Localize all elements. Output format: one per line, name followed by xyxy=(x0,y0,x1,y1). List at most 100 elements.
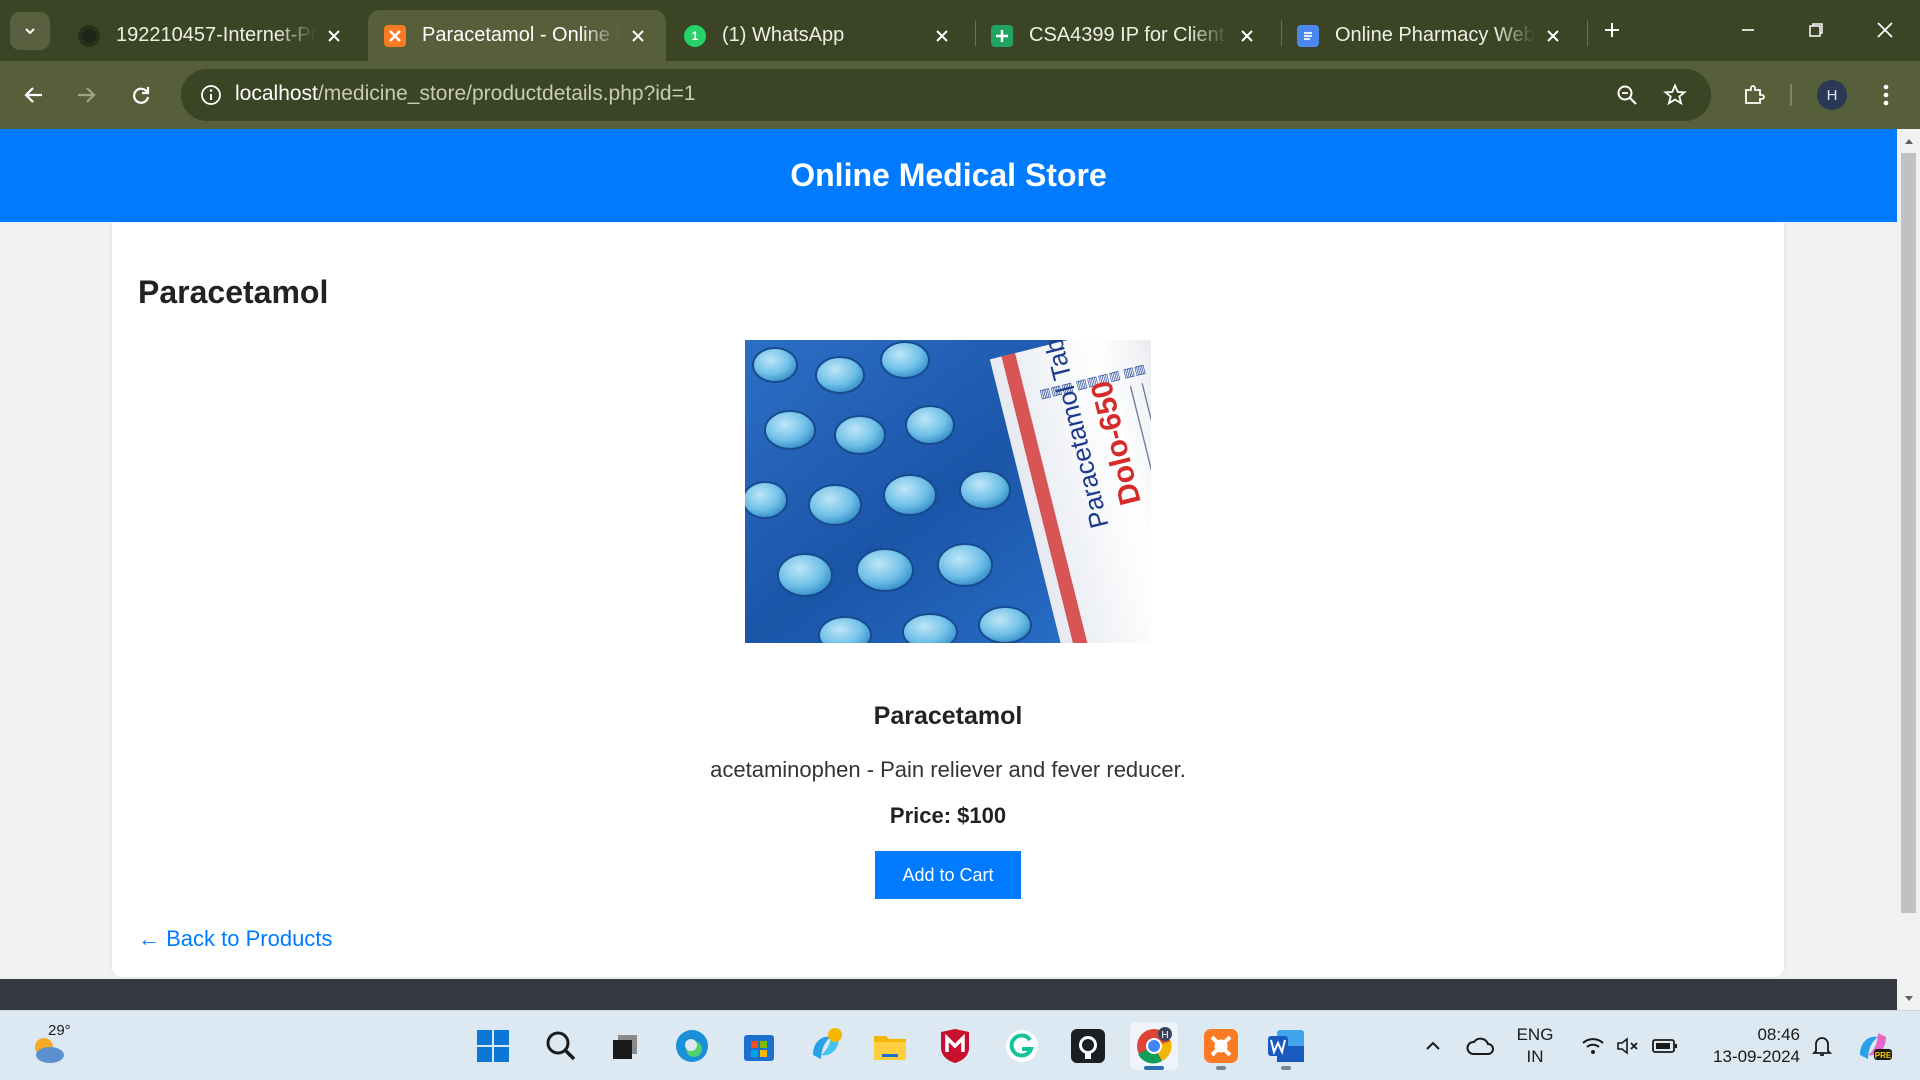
chrome-icon: H xyxy=(1137,1027,1172,1064)
forward-button[interactable] xyxy=(66,75,106,115)
tab-github[interactable]: 192210457-Internet-Prog xyxy=(62,10,362,61)
puzzle-icon xyxy=(1745,85,1765,104)
chevron-up-icon xyxy=(1426,1041,1440,1050)
google-docs-icon xyxy=(1297,24,1319,47)
onedrive-button[interactable] xyxy=(1462,1011,1498,1080)
language-region: IN xyxy=(1526,1047,1544,1066)
google-sheets-icon xyxy=(991,24,1013,47)
site-title: Online Medical Store xyxy=(790,157,1107,193)
tab-whatsapp[interactable]: 1 (1) WhatsApp xyxy=(668,10,970,61)
weather-temperature: 29° xyxy=(48,1022,71,1039)
wifi-button[interactable] xyxy=(1577,1011,1609,1080)
scrollbar-thumb[interactable] xyxy=(1901,153,1916,913)
url-host: localhost xyxy=(235,82,318,105)
show-hidden-icons-button[interactable] xyxy=(1418,1011,1448,1080)
xampp-icon xyxy=(384,24,406,47)
volume-muted-icon xyxy=(1617,1037,1638,1055)
arrow-left-icon xyxy=(24,87,42,103)
product-name: Paracetamol xyxy=(873,702,1023,730)
profile-avatar[interactable]: H xyxy=(1817,80,1847,110)
svg-text:PRE: PRE xyxy=(1875,1051,1892,1060)
taskbar-xampp[interactable] xyxy=(1197,1022,1245,1070)
start-button[interactable] xyxy=(469,1022,517,1070)
zoom-icon[interactable] xyxy=(1607,75,1647,115)
grammarly-icon xyxy=(1006,1030,1038,1062)
close-icon[interactable] xyxy=(1235,24,1259,48)
page-title: Paracetamol xyxy=(138,274,329,310)
back-to-products-link[interactable]: ← Back to Products xyxy=(138,926,332,952)
word-icon xyxy=(1268,1030,1304,1062)
battery-button[interactable] xyxy=(1648,1011,1682,1080)
browser-menu-button[interactable] xyxy=(1866,75,1906,115)
whatsapp-icon: 1 xyxy=(684,24,706,47)
product-description: acetaminophen - Pain reliever and fever … xyxy=(710,757,1186,782)
tab-paracetamol[interactable]: Paracetamol - Online Me xyxy=(368,10,666,61)
taskbar-edge[interactable] xyxy=(668,1022,716,1070)
new-tab-button[interactable] xyxy=(1590,8,1634,52)
chrome-profile-initial: H xyxy=(1161,1030,1168,1041)
minimize-icon xyxy=(1742,29,1754,31)
add-to-cart-button[interactable]: Add to Cart xyxy=(875,851,1021,899)
copilot-tray-button[interactable]: PRE xyxy=(1852,1011,1896,1080)
close-icon[interactable] xyxy=(322,24,346,48)
taskbar-chrome[interactable]: H xyxy=(1130,1022,1178,1070)
more-vert-icon xyxy=(1883,84,1889,106)
taskbar-word[interactable] xyxy=(1262,1022,1310,1070)
tab-title: 192210457-Internet-Prog xyxy=(116,24,316,46)
page-scrollbar[interactable] xyxy=(1897,129,1920,1010)
minimize-button[interactable] xyxy=(1718,8,1778,52)
task-view-icon xyxy=(613,1035,637,1059)
taskbar-store[interactable] xyxy=(735,1022,783,1070)
back-button[interactable] xyxy=(14,75,54,115)
site-info-icon[interactable] xyxy=(191,75,231,115)
volume-button[interactable] xyxy=(1612,1011,1644,1080)
tab-divider xyxy=(1587,20,1588,46)
cloud-icon xyxy=(1466,1037,1494,1055)
taskbar-grammarly[interactable] xyxy=(998,1022,1046,1070)
extensions-button[interactable] xyxy=(1734,75,1774,115)
scroll-up-icon[interactable] xyxy=(1897,131,1920,151)
store-icon xyxy=(744,1035,774,1061)
toolbar-divider xyxy=(1790,84,1792,106)
close-icon[interactable] xyxy=(930,24,954,48)
bookmark-star-icon[interactable] xyxy=(1655,75,1695,115)
tab-search-button[interactable] xyxy=(10,12,50,50)
product-card: Paracetamol ▥▥▥ ▥▥▥▥ ▥▥ Paracetamol Tabl… xyxy=(112,222,1784,977)
tab-google-sheets[interactable]: CSA4399 IP for Client Ser xyxy=(975,10,1275,61)
taskbar-mcafee[interactable] xyxy=(931,1022,979,1070)
running-indicator xyxy=(1281,1066,1291,1070)
restore-button[interactable] xyxy=(1786,8,1846,52)
arrow-right-icon xyxy=(78,87,96,103)
tab-title: Paracetamol - Online Me xyxy=(422,24,620,46)
product-price: Price: $100 xyxy=(889,803,1007,828)
copilot-icon xyxy=(813,1028,842,1059)
site-footer xyxy=(0,979,1897,1010)
close-icon xyxy=(1877,22,1893,38)
input-language-indicator[interactable]: ENG IN xyxy=(1507,1024,1563,1068)
clock[interactable]: 08:46 13-09-2024 xyxy=(1690,1024,1800,1068)
close-icon[interactable] xyxy=(626,24,650,48)
bell-icon xyxy=(1812,1037,1832,1056)
product-image: ▥▥▥ ▥▥▥▥ ▥▥ Paracetamol Tablets IP Dolo-… xyxy=(745,340,1151,643)
task-view-button[interactable] xyxy=(601,1022,649,1070)
close-icon[interactable] xyxy=(1541,24,1565,48)
notifications-button[interactable] xyxy=(1806,1011,1838,1080)
scroll-down-icon[interactable] xyxy=(1897,988,1920,1008)
page-viewport: Online Medical Store Paracetamol ▥▥▥ ▥▥▥… xyxy=(0,129,1897,1010)
windows-taskbar: 29° H ENG IN 08:46 13-09-2024 PRE xyxy=(0,1010,1920,1080)
browser-tab-strip: 192210457-Internet-Prog Paracetamol - On… xyxy=(0,0,1920,61)
reload-button[interactable] xyxy=(121,75,161,115)
language-code: ENG xyxy=(1516,1025,1554,1044)
active-indicator xyxy=(1144,1066,1164,1070)
taskbar-search-button[interactable] xyxy=(537,1022,585,1070)
restore-icon xyxy=(1809,23,1823,37)
clock-date: 13-09-2024 xyxy=(1713,1047,1800,1066)
tab-google-docs[interactable]: Online Pharmacy Website xyxy=(1281,10,1581,61)
url-text[interactable]: localhost/medicine_store/productdetails.… xyxy=(235,82,696,106)
close-window-button[interactable] xyxy=(1855,8,1915,52)
address-bar[interactable]: localhost/medicine_store/productdetails.… xyxy=(181,69,1711,121)
taskbar-github-desktop[interactable] xyxy=(1064,1022,1112,1070)
taskbar-copilot[interactable] xyxy=(802,1022,850,1070)
taskbar-file-explorer[interactable] xyxy=(866,1022,914,1070)
xampp-icon xyxy=(1204,1029,1238,1063)
